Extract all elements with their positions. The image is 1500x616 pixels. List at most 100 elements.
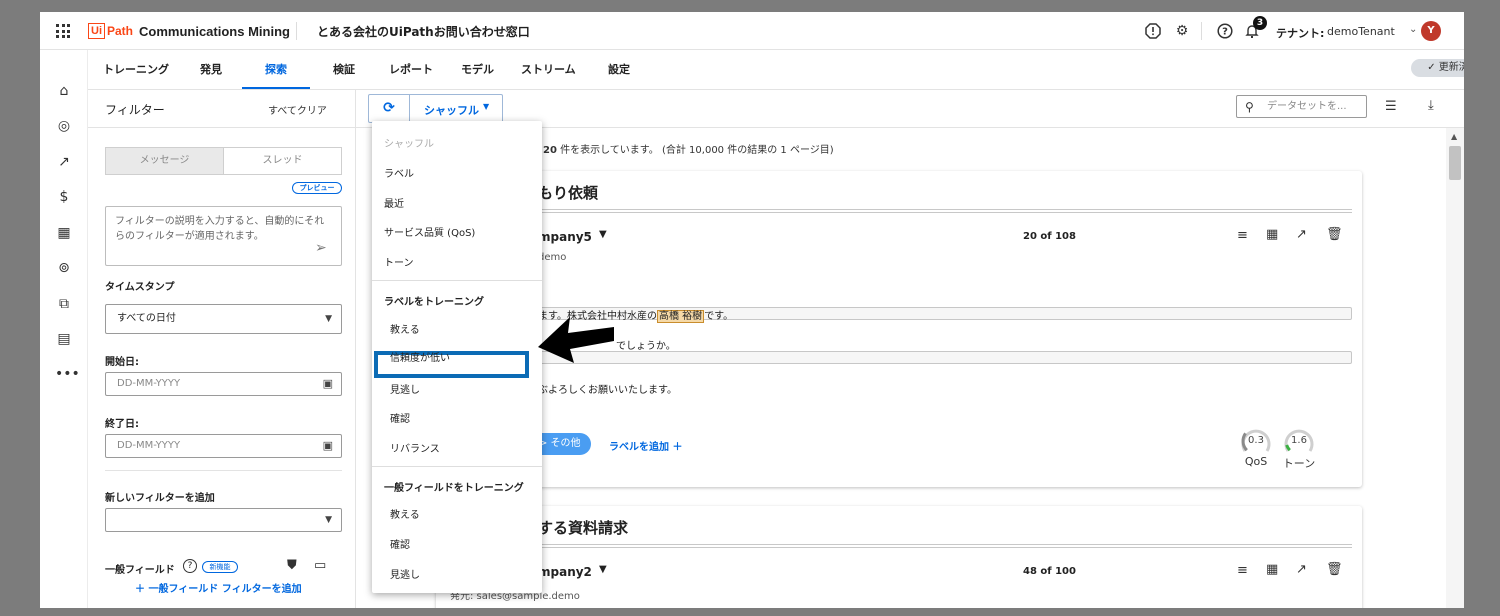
shuffle-button[interactable]: ⟳ シャッフル ▼ <box>368 94 503 123</box>
menu-item-label[interactable]: ラベル <box>384 165 414 180</box>
entity-person-name[interactable]: 高橋 裕樹 <box>657 310 705 323</box>
tab-explore[interactable]: 探索 <box>265 61 287 77</box>
chevron-down-icon[interactable]: ▼ <box>599 229 607 240</box>
chevron-down-icon[interactable]: ▼ <box>599 564 607 575</box>
menu-item-qos[interactable]: サービス品質 (QoS) <box>384 224 475 239</box>
qos-gauge: 0.3 QoS <box>1240 425 1272 468</box>
delete-icon[interactable]: 🗑 <box>1326 227 1343 242</box>
clear-all-button[interactable]: すべてクリア <box>268 102 327 117</box>
dataset-selector[interactable]: とある会社のUiPathお問い合わせ窓口 <box>317 23 530 40</box>
menu-item-general-teach[interactable]: 教える <box>390 506 420 521</box>
download-icon[interactable]: ⤓ <box>1428 98 1434 113</box>
menu-section-train-labels: ラベルをトレーニング <box>384 297 484 308</box>
results-summary: 20 件を表示しています。 (合計 10,000 件の結果の 1 ページ目) <box>543 141 834 156</box>
date-range-value: すべての日付 <box>117 313 176 324</box>
message-thread-toggle: メッセージ スレッド <box>105 147 342 175</box>
list-view-icon[interactable]: ☰ <box>1385 99 1397 114</box>
tab-validate[interactable]: 検証 <box>333 61 355 77</box>
end-date-input[interactable]: DD-MM-YYYY ▣ <box>105 434 342 458</box>
open-external-icon[interactable]: ↗ <box>1296 227 1307 242</box>
gear-icon[interactable]: ⚙ <box>1174 23 1190 39</box>
add-label-button[interactable]: ラベルを追加 ＋ <box>609 438 682 453</box>
tone-gauge: 1.6 トーン <box>1283 425 1315 470</box>
start-date-input[interactable]: DD-MM-YYYY ▣ <box>105 372 342 396</box>
results-count: 20 <box>543 145 557 156</box>
tenant-selector[interactable]: demoTenant <box>1327 25 1395 38</box>
menu-divider <box>372 280 542 281</box>
ticket-icon[interactable]: ◎ <box>55 117 73 135</box>
chevron-down-icon[interactable]: ⌄ <box>1409 24 1417 35</box>
add-general-field-filter-button[interactable]: ＋ 一般フィールド フィルターを追加 <box>135 580 302 595</box>
calendar-icon[interactable]: ▣ <box>323 373 333 395</box>
results-summary-text: 件を表示しています。 (合計 10,000 件の結果の 1 ページ目) <box>556 145 834 156</box>
home-icon[interactable]: ⌂ <box>55 82 73 100</box>
paragraph-icon[interactable]: ≡ <box>1237 563 1248 578</box>
laptop-icon[interactable]: ▭ <box>314 558 326 573</box>
paragraph-icon[interactable]: ≡ <box>1237 228 1248 243</box>
tab-settings[interactable]: 設定 <box>608 61 630 77</box>
building-icon[interactable]: ▤ <box>55 330 73 348</box>
segment-messages[interactable]: メッセージ <box>106 148 224 174</box>
stream-icon[interactable]: $ <box>55 188 73 206</box>
shuffle-menu: シャッフル ラベル 最近 サービス品質 (QoS) トーン ラベルをトレーニング… <box>372 121 542 593</box>
grid-add-icon[interactable]: ▦ <box>55 224 73 242</box>
logo-path: Path <box>107 24 134 38</box>
timestamp-label: タイムスタンプ <box>105 282 175 293</box>
more-icon[interactable]: ••• <box>55 365 80 383</box>
tab-reports[interactable]: レポート <box>389 61 433 77</box>
start-date-placeholder: DD-MM-YYYY <box>117 378 181 389</box>
search-input[interactable]: ⚲ データセットを... <box>1236 95 1367 118</box>
alert-icon[interactable] <box>1145 23 1161 39</box>
filter-header: フィルター すべてクリア <box>88 90 355 128</box>
menu-item-low-confidence[interactable]: 信頼度が低い <box>390 349 450 364</box>
send-sparkle-icon[interactable]: ➢ <box>315 240 327 256</box>
segment-threads[interactable]: スレッド <box>224 148 341 174</box>
avatar[interactable]: Y <box>1421 21 1441 41</box>
menu-divider <box>372 466 542 467</box>
refresh-icon[interactable]: ⟳ <box>369 95 410 122</box>
scroll-up-icon[interactable]: ▲ <box>1451 132 1457 141</box>
date-range-select[interactable]: すべての日付 ▼ <box>105 304 342 334</box>
tab-models[interactable]: モデル <box>461 61 494 77</box>
top-bar: Ui Path Communications Mining とある会社のUiPa… <box>40 12 1464 50</box>
tenant-label: テナント: <box>1276 27 1325 40</box>
integration-icon[interactable]: ⧉ <box>55 295 73 313</box>
menu-item-general-missed[interactable]: 見逃し <box>390 566 420 581</box>
caret-down-icon: ▼ <box>325 515 332 525</box>
new-filter-select[interactable]: ▼ <box>105 508 342 532</box>
scroll-thumb[interactable] <box>1449 146 1461 180</box>
menu-item-rebalance[interactable]: リバランス <box>390 440 440 455</box>
open-external-icon[interactable]: ↗ <box>1296 562 1307 577</box>
message-sender: demo <box>538 252 567 263</box>
message-card[interactable]: する資料請求 mpany2 ▼ 48 of 100 ≡ ▦ ↗ 🗑 発元: sa… <box>436 506 1362 608</box>
menu-item-missed[interactable]: 見逃し <box>390 381 420 396</box>
message-company[interactable]: mpany5 <box>538 230 592 244</box>
uipath-logo[interactable]: Ui Path Communications Mining <box>88 21 290 41</box>
header-divider-2 <box>1201 22 1202 40</box>
menu-item-general-check[interactable]: 確認 <box>390 536 410 551</box>
tab-discover[interactable]: 発見 <box>200 61 222 77</box>
left-rail: ⌂ ◎ ↗ $ ▦ ⊚ ⧉ ▤ ••• <box>40 50 88 608</box>
calendar-icon[interactable]: ▣ <box>323 435 333 457</box>
shield-icon[interactable]: ⛊ <box>287 558 297 573</box>
message-line-3: ぶよろしくお願いいたします。 <box>538 385 677 396</box>
chevron-down-icon[interactable]: ⌄ <box>502 22 511 35</box>
preview-badge: プレビュー <box>292 182 342 194</box>
table-icon[interactable]: ▦ <box>1266 227 1278 242</box>
menu-item-tone[interactable]: トーン <box>384 254 414 269</box>
chart-icon[interactable]: ↗ <box>55 153 73 171</box>
filter-description-input[interactable]: フィルターの説明を入力すると、自動的にそれらのフィルターが適用されます。 <box>105 206 342 266</box>
delete-icon[interactable]: 🗑 <box>1326 562 1343 577</box>
menu-item-recent[interactable]: 最近 <box>384 195 404 210</box>
help-icon[interactable]: ? <box>183 559 197 573</box>
tab-training[interactable]: トレーニング <box>103 61 169 77</box>
message-company[interactable]: mpany2 <box>538 565 592 579</box>
menu-item-check[interactable]: 確認 <box>390 410 410 425</box>
tab-streams[interactable]: ストリーム <box>521 61 576 77</box>
app-launcher-icon[interactable] <box>56 24 70 38</box>
table-icon[interactable]: ▦ <box>1266 562 1278 577</box>
help-icon[interactable]: ? <box>1217 23 1233 39</box>
vertical-scrollbar[interactable]: ▲ <box>1446 128 1464 608</box>
location-icon[interactable]: ⊚ <box>55 259 73 277</box>
menu-item-teach[interactable]: 教える <box>390 321 420 336</box>
